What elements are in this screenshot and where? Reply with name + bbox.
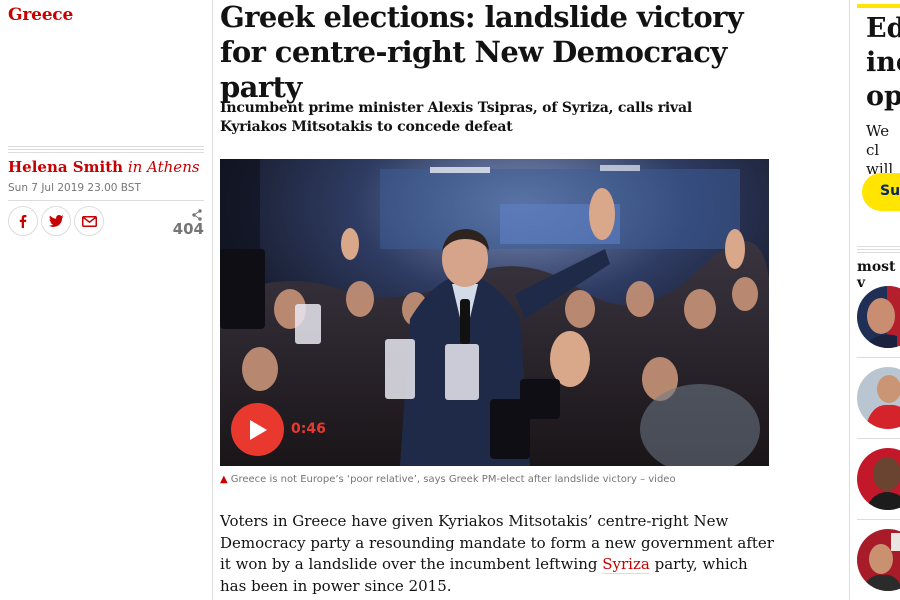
caption-text: Greece is not Europe’s ‘poor relative’, … [230,474,676,485]
byline: Helena Smith in Athens [8,158,200,176]
share-email-button[interactable] [74,206,104,236]
facebook-icon [19,215,27,228]
most-popular-divider [857,519,900,520]
twitter-icon [48,214,63,227]
share-count: 404 [170,206,204,238]
epic-headline-line: Ed [866,13,900,44]
epic-headline: Ed inc op [866,12,900,114]
share-count-number: 404 [172,220,204,238]
section-label-link[interactable]: Greece [8,5,73,25]
video-player[interactable]: 0:46 [220,159,769,466]
author-link[interactable]: Helena Smith [8,158,123,176]
article-meta-column: Greece Helena Smith in Athens Sun 7 Jul … [0,0,212,600]
support-button[interactable]: Sup [862,173,900,211]
column-divider-left [212,0,213,600]
syriza-link[interactable]: Syriza [602,555,650,574]
meta-divider-rules [8,146,204,155]
article-body-paragraph: Voters in Greece have given Kyriakos Mit… [220,511,776,597]
article-standfirst: Incumbent prime minister Alexis Tsipras,… [220,100,692,135]
play-button[interactable] [231,403,284,456]
most-popular-thumbnail[interactable] [857,529,900,591]
byline-location: in Athens [127,158,200,176]
epic-headline-line: inc [866,47,900,78]
most-popular-divider [857,357,900,358]
epic-accent-bar [857,4,900,8]
most-popular-thumbnail[interactable] [857,367,900,429]
share-buttons [8,206,104,236]
article-headline: Greek elections: landslide victory for c… [220,0,744,104]
share-facebook-button[interactable] [8,206,38,236]
meta-divider [8,200,204,201]
most-popular-rules [857,246,900,255]
video-triangle-icon: ▲ [220,474,228,485]
share-twitter-button[interactable] [41,206,71,236]
epic-body-line: We cl [866,122,890,159]
play-icon [249,419,267,440]
publish-date[interactable]: Sun 7 Jul 2019 23.00 BST [8,182,141,194]
share-icon [170,206,204,221]
email-icon [81,215,97,227]
most-popular-thumbnail[interactable] [857,448,900,510]
column-divider-right [849,0,850,600]
epic-headline-line: op [866,81,900,112]
video-still-image [220,159,769,466]
video-duration: 0:46 [291,421,326,437]
most-popular-divider [857,438,900,439]
most-popular-thumbnail[interactable] [857,286,900,348]
video-caption: ▲ Greece is not Europe’s ‘poor relative’,… [220,474,769,485]
